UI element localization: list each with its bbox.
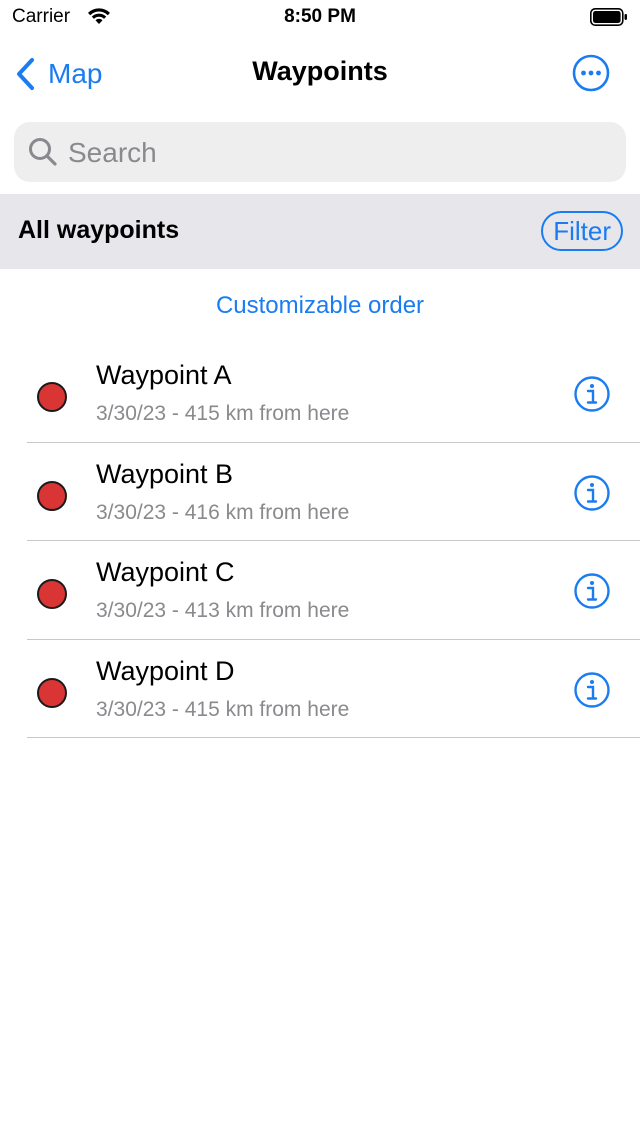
info-icon[interactable]	[574, 376, 610, 412]
page-title: Waypoints	[252, 56, 388, 86]
status-bar: Carrier 8:50 PM	[0, 0, 640, 36]
waypoint-name: Waypoint A	[96, 360, 232, 390]
search-bar[interactable]	[14, 122, 626, 184]
search-icon	[29, 138, 57, 166]
search-input[interactable]	[66, 122, 610, 184]
waypoint-detail: 3/30/23 - 415 km from here	[96, 697, 350, 721]
waypoint-detail: 3/30/23 - 416 km from here	[96, 500, 350, 524]
waypoints-screen: Carrier 8:50 PM Map Waypoints Search All…	[0, 0, 640, 1136]
waypoint-name: Waypoint B	[96, 458, 234, 489]
info-icon[interactable]	[574, 671, 610, 708]
waypoint-pin-icon	[37, 382, 67, 412]
info-icon[interactable]	[574, 573, 610, 609]
waypoint-detail: 3/30/23 - 415 km from here	[96, 402, 350, 425]
filter-button[interactable]: Filter	[541, 211, 623, 251]
waypoint-pin-icon	[37, 480, 67, 511]
navigation-bar: Map Waypoints	[0, 36, 640, 110]
divider	[27, 737, 640, 738]
customizable-order-link[interactable]: Customizable order	[0, 292, 640, 320]
waypoint-pin-icon	[37, 579, 67, 609]
battery-icon	[590, 8, 627, 26]
info-icon[interactable]	[574, 474, 610, 511]
section-title: All waypoints	[18, 216, 180, 244]
ellipsis-circle-icon[interactable]	[572, 54, 610, 92]
list-item[interactable]: Waypoint D 3/30/23 - 415 km from here	[0, 640, 640, 738]
section-header: All waypoints Filter	[0, 194, 640, 269]
waypoint-name: Waypoint D	[96, 655, 235, 686]
list-item[interactable]: Waypoint B 3/30/23 - 416 km from here	[0, 443, 640, 541]
waypoint-list: Waypoint A 3/30/23 - 415 km from here Wa…	[0, 344, 640, 738]
status-time: 8:50 PM	[284, 6, 356, 27]
waypoint-detail: 3/30/23 - 413 km from here	[96, 599, 350, 622]
list-item[interactable]: Waypoint C 3/30/23 - 413 km from here	[0, 541, 640, 640]
waypoint-name: Waypoint C	[96, 557, 235, 587]
waypoint-pin-icon	[37, 677, 67, 708]
list-item[interactable]: Waypoint A 3/30/23 - 415 km from here	[0, 344, 640, 443]
